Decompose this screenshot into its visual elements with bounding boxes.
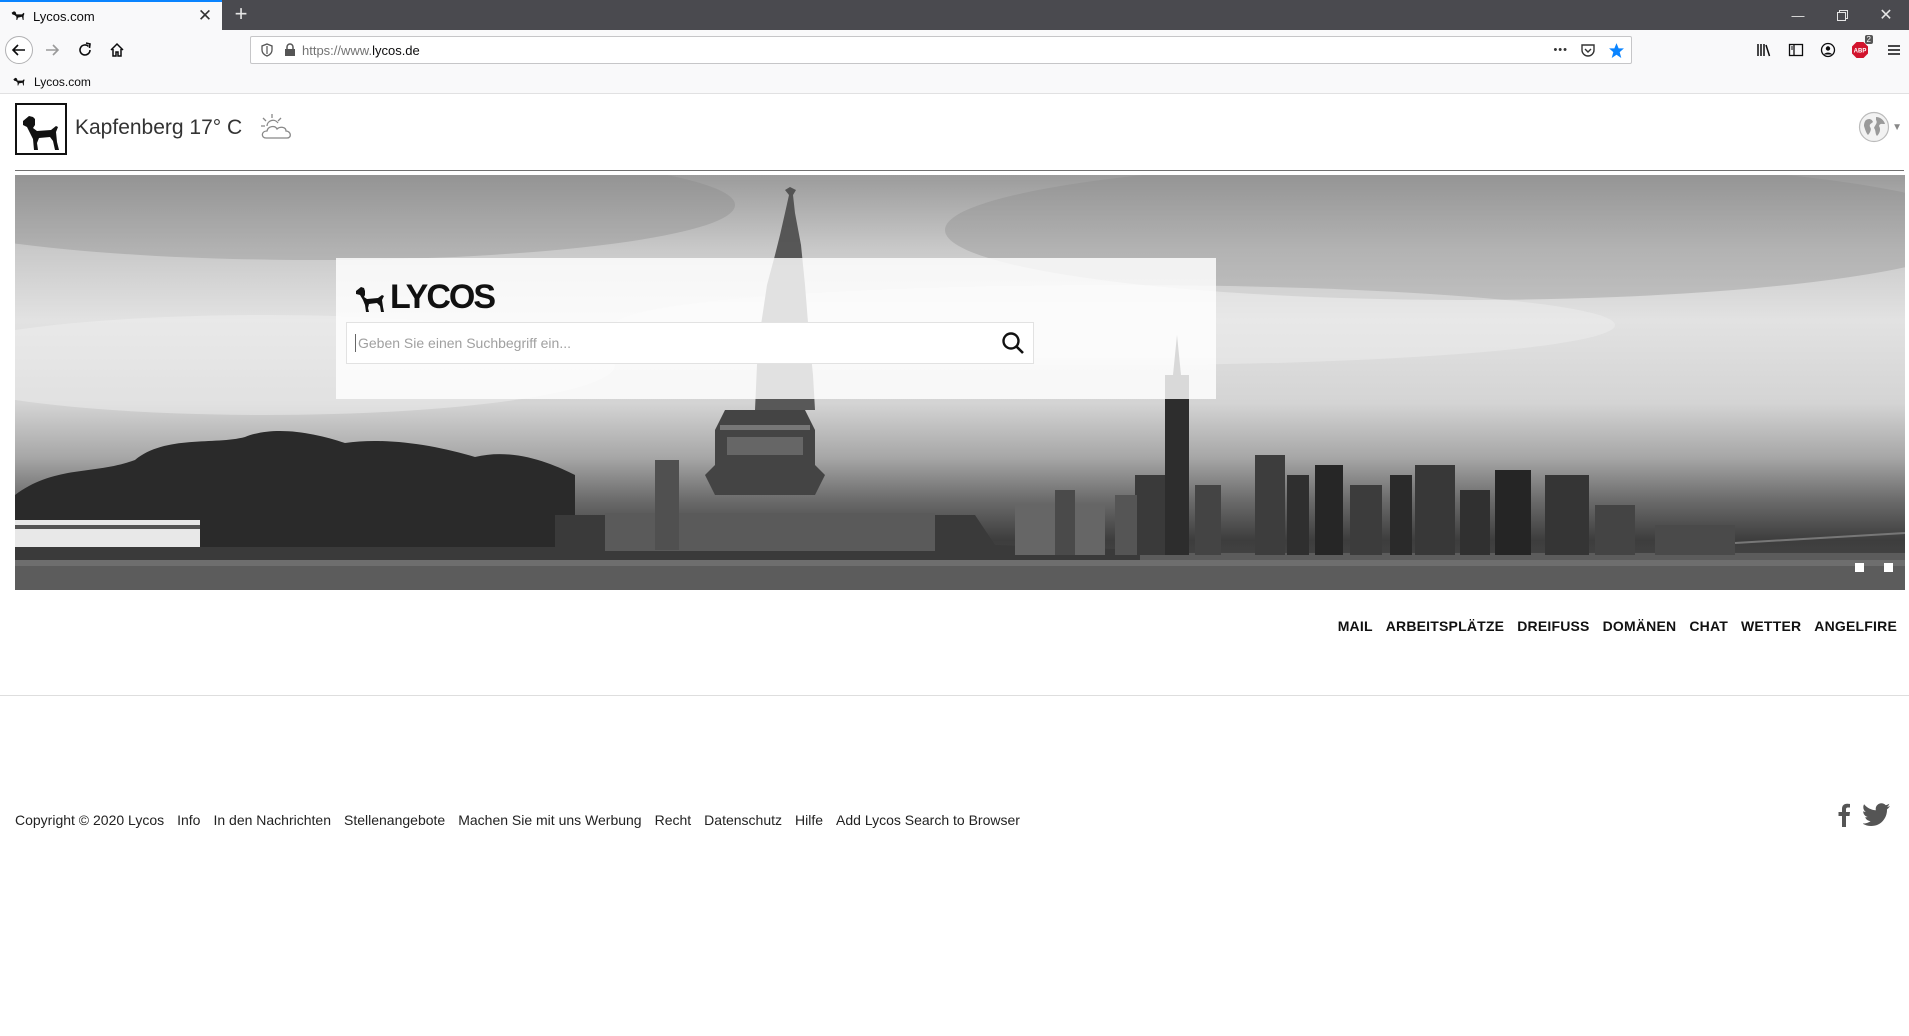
back-button[interactable] — [5, 36, 33, 64]
footer-link-info[interactable]: Info — [177, 812, 200, 828]
lycos-dog-icon — [356, 286, 384, 312]
adblock-count-badge: 2 — [1864, 35, 1873, 44]
adblock-button[interactable]: ABP 2 — [1846, 35, 1874, 64]
reload-button[interactable] — [71, 36, 99, 64]
search-icon — [1002, 332, 1024, 354]
divider — [0, 695, 1909, 696]
pocket-icon[interactable] — [1580, 42, 1596, 58]
account-button[interactable] — [1814, 36, 1842, 64]
social-links — [1837, 803, 1891, 827]
lycos-dog-favicon-icon — [13, 77, 25, 85]
tab-lycos[interactable]: Lycos.com ✕ — [0, 0, 222, 30]
footer-link-jobs[interactable]: Stellenangebote — [344, 812, 445, 828]
globe-icon — [1858, 111, 1890, 143]
tab-strip: Lycos.com ✕ + — ✕ — [0, 0, 1909, 30]
link-mail[interactable]: MAIL — [1338, 618, 1373, 634]
footer-link-privacy[interactable]: Datenschutz — [704, 812, 782, 828]
address-bar[interactable]: https://www.lycos.de ••• — [250, 36, 1632, 64]
library-icon — [1757, 44, 1771, 57]
restore-icon[interactable] — [1820, 0, 1864, 30]
twitter-icon[interactable] — [1863, 803, 1891, 827]
footer-link-add-search[interactable]: Add Lycos Search to Browser — [836, 812, 1020, 828]
search-button[interactable] — [993, 323, 1033, 363]
slider-dot[interactable] — [1855, 563, 1864, 572]
search-panel: LYCOS — [336, 258, 1216, 399]
arrow-right-icon — [46, 44, 60, 56]
bookmark-lycos[interactable]: Lycos.com — [12, 75, 91, 89]
link-chat[interactable]: CHAT — [1689, 618, 1728, 634]
bookmark-label: Lycos.com — [34, 74, 91, 89]
footer-links: Copyright © 2020 Lycos Info In den Nachr… — [15, 812, 1033, 828]
lycos-dog-favicon-icon — [11, 11, 25, 20]
library-button[interactable] — [1750, 36, 1778, 64]
url-text[interactable]: https://www.lycos.de — [302, 43, 420, 58]
site-header: Kapfenberg 17° C ▼ — [15, 103, 1904, 171]
menu-button[interactable] — [1880, 36, 1908, 64]
link-angelfire[interactable]: ANGELFIRE — [1814, 618, 1897, 634]
page-content: Kapfenberg 17° C ▼ LYCOS Geben Sie einen… — [0, 95, 1909, 1036]
footer-link-legal[interactable]: Recht — [655, 812, 692, 828]
navigation-toolbar: https://www.lycos.de ••• ABP 2 — [0, 30, 1909, 70]
weather-location-temp[interactable]: Kapfenberg 17° C — [75, 116, 242, 140]
lycos-dog-icon — [23, 116, 59, 150]
link-domaenen[interactable]: DOMÄNEN — [1603, 618, 1677, 634]
link-dreifuss[interactable]: DREIFUSS — [1517, 618, 1589, 634]
lycos-brand-logo[interactable]: LYCOS — [354, 278, 496, 317]
sidebar-button[interactable] — [1782, 36, 1810, 64]
lycos-wordmark: LYCOS — [390, 278, 496, 316]
link-arbeitsplaetze[interactable]: ARBEITSPLÄTZE — [1386, 618, 1505, 634]
search-box — [346, 322, 1034, 364]
footer-link-help[interactable]: Hilfe — [795, 812, 823, 828]
svg-text:ABP: ABP — [1854, 49, 1867, 55]
footer-link-advertise[interactable]: Machen Sie mit uns Werbung — [458, 812, 641, 828]
lycos-dog-logo[interactable] — [15, 103, 67, 155]
service-links: MAIL ARBEITSPLÄTZE DREIFUSS DOMÄNEN CHAT… — [1325, 618, 1897, 634]
minimize-icon[interactable]: — — [1776, 0, 1820, 30]
slider-dot[interactable] — [1884, 563, 1893, 572]
sidebar-icon — [1788, 43, 1804, 57]
new-tab-button[interactable]: + — [228, 3, 254, 27]
hero-banner: LYCOS — [15, 175, 1905, 590]
footer-link-news[interactable]: In den Nachrichten — [213, 812, 331, 828]
tab-title: Lycos.com — [33, 8, 95, 24]
chevron-down-icon: ▼ — [1892, 121, 1902, 133]
language-selector[interactable]: ▼ — [1858, 111, 1902, 143]
bookmark-star-icon[interactable] — [1608, 42, 1625, 59]
shield-icon[interactable] — [260, 43, 274, 57]
forward-button[interactable] — [38, 36, 66, 64]
bookmarks-toolbar: Lycos.com — [0, 70, 1909, 94]
arrow-left-icon — [11, 44, 25, 56]
home-icon — [110, 42, 124, 57]
facebook-icon[interactable] — [1837, 803, 1851, 827]
search-input[interactable] — [355, 334, 993, 352]
close-window-icon[interactable]: ✕ — [1864, 0, 1908, 30]
partly-cloudy-icon — [261, 114, 291, 139]
home-button[interactable] — [103, 36, 131, 64]
tab-close-icon[interactable]: ✕ — [194, 5, 216, 27]
url-domain: lycos.de — [372, 42, 420, 58]
slider-dots — [1855, 563, 1893, 572]
page-actions-icon[interactable]: ••• — [1553, 44, 1568, 56]
hamburger-icon — [1888, 45, 1900, 55]
lock-icon[interactable] — [284, 43, 296, 57]
url-prefix: https://www. — [302, 42, 373, 58]
link-wetter[interactable]: WETTER — [1741, 618, 1801, 634]
reload-icon — [79, 42, 91, 56]
account-icon — [1820, 42, 1836, 58]
copyright-text: Copyright © 2020 Lycos — [15, 812, 165, 828]
